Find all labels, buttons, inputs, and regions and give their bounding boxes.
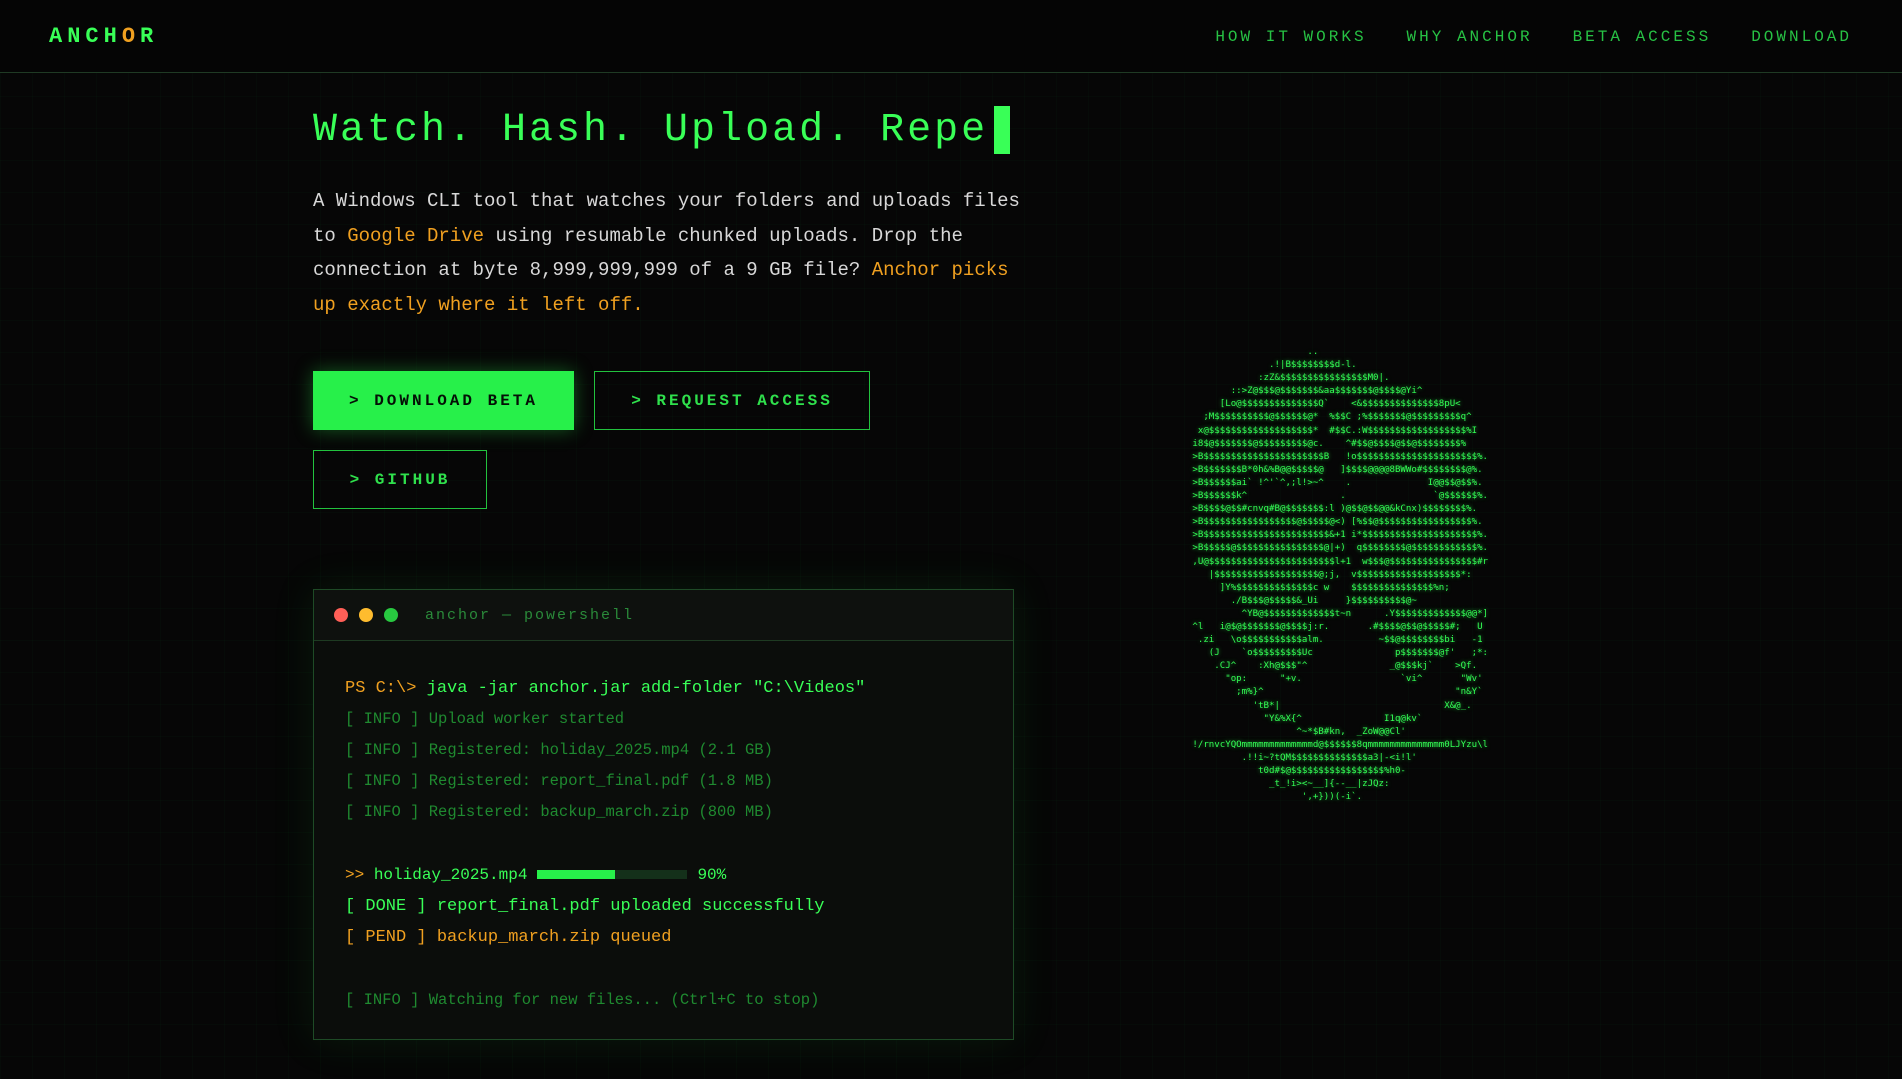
google-drive-highlight: Google Drive	[347, 224, 485, 247]
upload-progress-line: >> holiday_2025.mp4 90%	[345, 866, 727, 884]
request-access-button[interactable]: > REQUEST ACCESS	[594, 371, 870, 430]
close-dot-icon	[334, 608, 348, 622]
progress-bar	[537, 870, 688, 880]
done-line: [ DONE ] report_final.pdf uploaded succe…	[345, 897, 825, 916]
progress-bar-fill	[537, 870, 616, 880]
log-line: [ INFO ] Registered: report_final.pdf (1…	[345, 772, 773, 790]
terminal-title: anchor — powershell	[425, 606, 635, 624]
progress-percent: 90%	[697, 866, 727, 884]
brand-logo[interactable]: ANCHOR	[49, 24, 158, 49]
minimize-dot-icon	[359, 608, 373, 622]
nav-links: HOW IT WORKS WHY ANCHOR BETA ACCESS DOWN…	[1215, 28, 1852, 46]
ascii-art-text: .. .!|B$$$$$$$$d-l. :zZ&$$$$$$$$$$$$$$$$…	[1192, 347, 1489, 803]
hero-description: A Windows CLI tool that watches your fol…	[313, 190, 1020, 316]
hero-title: Watch. Hash. Upload. Repe	[313, 106, 1011, 154]
hero-title-text: Watch. Hash. Upload. Repe	[313, 107, 989, 153]
pending-line: [ PEND ] backup_march.zip queued	[345, 928, 672, 947]
top-navbar: ANCHOR HOW IT WORKS WHY ANCHOR BETA ACCE…	[0, 0, 1902, 73]
typing-cursor	[994, 106, 1011, 154]
github-button[interactable]: > GITHUB	[313, 450, 487, 509]
terminal-window: anchor — powershell PS C:\> java -jar an…	[313, 589, 1014, 1040]
nav-link-beta-access[interactable]: BETA ACCESS	[1573, 28, 1712, 46]
command-line: PS C:\> java -jar anchor.jar add-folder …	[345, 679, 866, 698]
log-line: [ INFO ] Registered: backup_march.zip (8…	[345, 803, 773, 821]
nav-link-download[interactable]: DOWNLOAD	[1751, 28, 1852, 46]
maximize-dot-icon	[384, 608, 398, 622]
nav-link-why-anchor[interactable]: WHY ANCHOR	[1407, 28, 1533, 46]
log-line: [ INFO ] Upload worker started	[345, 710, 625, 728]
progress-file-name: holiday_2025.mp4	[373, 866, 528, 884]
nav-link-how-it-works[interactable]: HOW IT WORKS	[1215, 28, 1366, 46]
log-line: [ INFO ] Registered: holiday_2025.mp4 (2…	[345, 741, 773, 759]
download-beta-button[interactable]: > DOWNLOAD BETA	[313, 371, 574, 430]
terminal-body: PS C:\> java -jar anchor.jar add-folder …	[314, 641, 1013, 1048]
watching-line: [ INFO ] Watching for new files... (Ctrl…	[345, 991, 820, 1009]
ascii-art-skull: .. .!|B$$$$$$$$d-l. :zZ&$$$$$$$$$$$$$$$$…	[1165, 346, 1505, 806]
terminal-titlebar: anchor — powershell	[314, 590, 1013, 641]
